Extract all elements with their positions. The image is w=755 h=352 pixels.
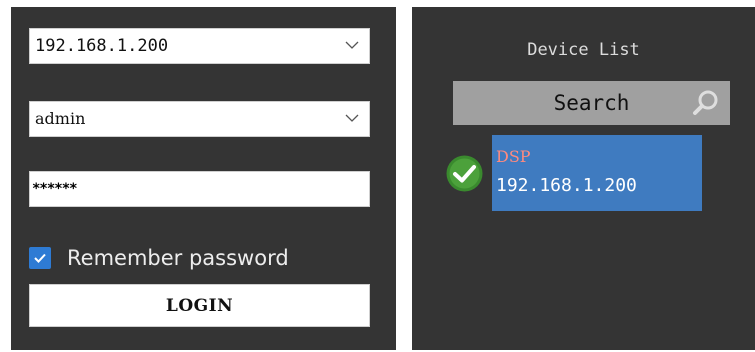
login-panel: 192.168.1.200 admin ****** Remember pass…	[11, 7, 396, 350]
username-value: admin	[35, 109, 86, 128]
remember-password-checkbox[interactable]	[29, 247, 51, 269]
password-field[interactable]: ******	[29, 171, 370, 207]
device-list-item[interactable]: DSP 192.168.1.200	[446, 135, 702, 211]
check-circle-icon	[446, 155, 483, 191]
device-card[interactable]: DSP 192.168.1.200	[492, 135, 702, 211]
search-icon[interactable]	[691, 88, 721, 118]
checkmark-icon	[34, 253, 46, 263]
remember-password-option[interactable]: Remember password	[29, 243, 289, 273]
device-list-title: Device List	[527, 40, 640, 60]
search-label: Search	[553, 91, 630, 115]
ip-address-value: 192.168.1.200	[35, 36, 169, 56]
device-list-panel: Device List Search DSP 192.168.1.200	[412, 7, 755, 350]
password-value: ******	[32, 181, 78, 197]
chevron-down-icon[interactable]	[345, 111, 359, 125]
search-button[interactable]: Search	[453, 81, 730, 125]
login-button[interactable]: LOGIN	[29, 284, 370, 327]
device-ip: 192.168.1.200	[496, 175, 637, 196]
remember-password-label: Remember password	[67, 246, 289, 270]
device-name: DSP	[496, 147, 531, 166]
chevron-down-icon[interactable]	[345, 38, 359, 52]
username-dropdown[interactable]: admin	[29, 101, 370, 137]
ip-address-dropdown[interactable]: 192.168.1.200	[29, 28, 370, 64]
